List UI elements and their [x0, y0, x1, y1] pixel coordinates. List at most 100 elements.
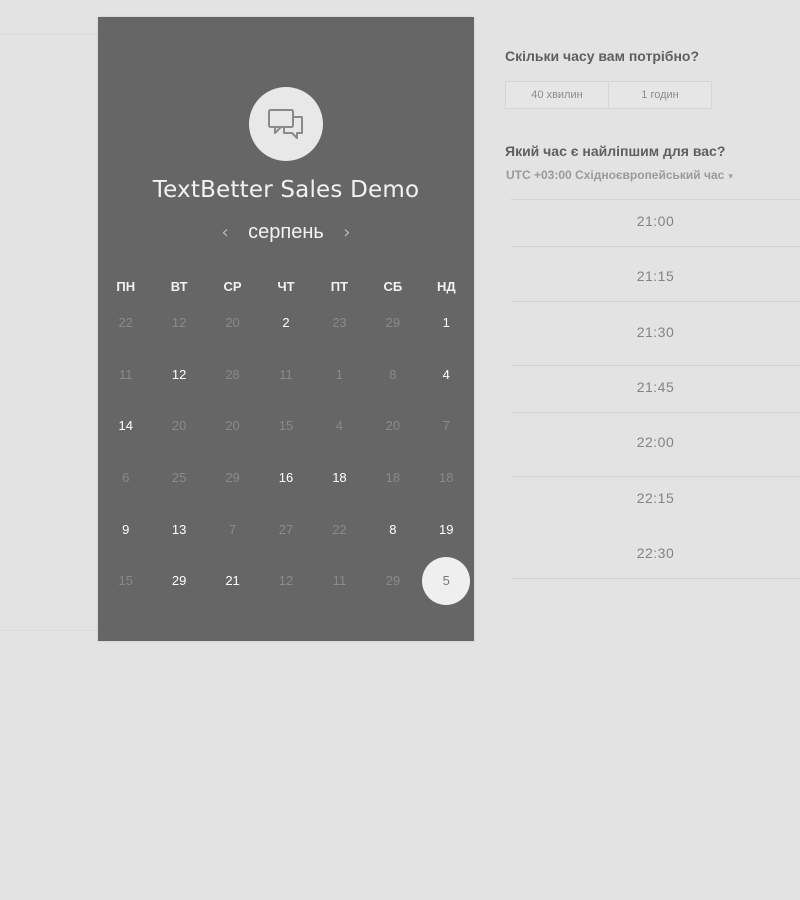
chevron-down-icon: ▾ [728, 171, 733, 181]
day-number: 1 [442, 315, 450, 331]
calendar-day-available[interactable]: 2 [259, 297, 312, 349]
calendar-day: 1 [313, 349, 366, 401]
divider [511, 301, 800, 302]
event-title: TextBetter Sales Demo [152, 177, 420, 203]
time-question: Який час є найліпшим для вас? [505, 143, 726, 159]
calendar-day: 22 [99, 297, 152, 349]
day-number: 23 [332, 315, 347, 331]
calendar-grid: 22 12 20 2 23 29 1 11 12 28 11 1 8 4 14 20 20 15 4 20 7 6 25 29… [98, 297, 474, 607]
day-number: 8 [389, 366, 397, 382]
day-number: 22 [332, 521, 347, 537]
timezone-select[interactable]: UTC +03:00 Східноєвропейський час ▾ [506, 168, 733, 182]
weekday-label: НД [436, 279, 456, 294]
calendar-day: 12 [259, 555, 312, 607]
calendar-day: 18 [420, 452, 473, 504]
day-number: 19 [439, 521, 454, 537]
day-number: 6 [122, 470, 130, 486]
divider [511, 246, 800, 247]
calendar-day-available[interactable]: 1 [420, 297, 473, 349]
day-number: 7 [442, 418, 450, 434]
calendar-day: 20 [152, 400, 205, 452]
day-number: 9 [122, 521, 130, 537]
day-number: 15 [278, 418, 294, 434]
day-number: 8 [389, 521, 397, 537]
day-number: 20 [385, 418, 401, 434]
calendar-day: 20 [366, 400, 419, 452]
day-number: 16 [278, 470, 294, 486]
calendar-day: 11 [259, 349, 312, 401]
calendar-day-available[interactable]: 29 [152, 555, 205, 607]
day-number: 1 [335, 366, 344, 382]
calendar-day: 25 [152, 452, 205, 504]
day-number: 4 [335, 418, 344, 434]
divider [511, 365, 800, 366]
day-number: 15 [118, 573, 133, 589]
calendar-day: 11 [99, 349, 152, 401]
weekday-label: ВТ [170, 279, 188, 294]
day-number: 12 [171, 366, 187, 382]
divider [0, 630, 98, 631]
month-navigation: ‹ серпень › [98, 221, 474, 244]
time-slot-button[interactable]: 22:30 [511, 545, 800, 561]
calendar-day-available[interactable]: 13 [152, 503, 205, 555]
duration-40-min-button[interactable]: 40 хвилин [505, 81, 609, 109]
calendar-day: 4 [313, 400, 366, 452]
calendar-day-available[interactable]: 18 [313, 452, 366, 504]
calendar-day-available[interactable]: 12 [152, 349, 205, 401]
weekday-label: СР [223, 279, 242, 294]
calendar-day-available[interactable]: 16 [259, 452, 312, 504]
calendar-card: TextBetter Sales Demo ‹ серпень › ПН ВТ СР… [98, 17, 474, 641]
month-label: серпень [248, 221, 324, 243]
day-number: 29 [225, 470, 240, 486]
calendar-day-available[interactable]: 21 [206, 555, 259, 607]
day-number: 2 [282, 315, 290, 331]
calendar-day: 23 [313, 297, 366, 349]
time-slot-button[interactable]: 21:15 [511, 268, 800, 284]
calendar-day: 18 [366, 452, 419, 504]
weekday-label: ПТ [330, 279, 349, 294]
duration-1-hour-button[interactable]: 1 годин [609, 81, 712, 109]
chat-bubbles-icon [268, 109, 303, 139]
calendar-day-available[interactable]: 4 [420, 349, 473, 401]
calendar-day-available[interactable]: 9 [99, 503, 152, 555]
day-number: 5 [422, 556, 471, 605]
day-number: 18 [385, 470, 401, 486]
calendar-day: 8 [366, 349, 419, 401]
day-number: 28 [225, 366, 240, 382]
weekday-header: ПН ВТ СР ЧТ ПТ СБ НД [98, 279, 474, 294]
time-slot-button[interactable]: 22:15 [511, 490, 800, 506]
calendar-day-selected[interactable]: 5 [420, 555, 473, 607]
day-number: 20 [171, 418, 187, 434]
calendar-day: 28 [206, 349, 259, 401]
booking-page: TextBetter Sales Demo ‹ серпень › ПН ВТ СР… [0, 0, 800, 900]
divider [511, 199, 800, 200]
day-number: 4 [442, 366, 450, 382]
calendar-day-available[interactable]: 19 [420, 503, 473, 555]
time-slot-button[interactable]: 21:30 [511, 324, 800, 340]
calendar-day: 15 [99, 555, 152, 607]
next-month-button[interactable]: › [340, 222, 354, 243]
day-number: 11 [118, 366, 133, 382]
calendar-day: 27 [259, 503, 312, 555]
duration-question: Скільки часу вам потрібно? [505, 48, 700, 64]
calendar-day: 29 [206, 452, 259, 504]
divider [0, 34, 98, 35]
calendar-day: 20 [206, 400, 259, 452]
day-number: 27 [278, 521, 294, 537]
day-number: 25 [171, 470, 187, 486]
divider [511, 476, 800, 477]
calendar-day: 29 [366, 297, 419, 349]
time-slot-button[interactable]: 21:45 [511, 379, 800, 395]
calendar-day-available[interactable]: 14 [99, 400, 152, 452]
calendar-day: 22 [313, 503, 366, 555]
prev-month-button[interactable]: ‹ [218, 222, 232, 243]
calendar-day-available[interactable]: 8 [366, 503, 419, 555]
time-slot-button[interactable]: 22:00 [511, 434, 800, 450]
calendar-day: 12 [152, 297, 205, 349]
calendar-day: 29 [366, 555, 419, 607]
day-number: 13 [171, 521, 187, 537]
weekday-label: ЧТ [277, 279, 295, 294]
day-number: 29 [385, 315, 401, 331]
weekday-label: СБ [383, 279, 403, 294]
time-slot-button[interactable]: 21:00 [511, 213, 800, 229]
